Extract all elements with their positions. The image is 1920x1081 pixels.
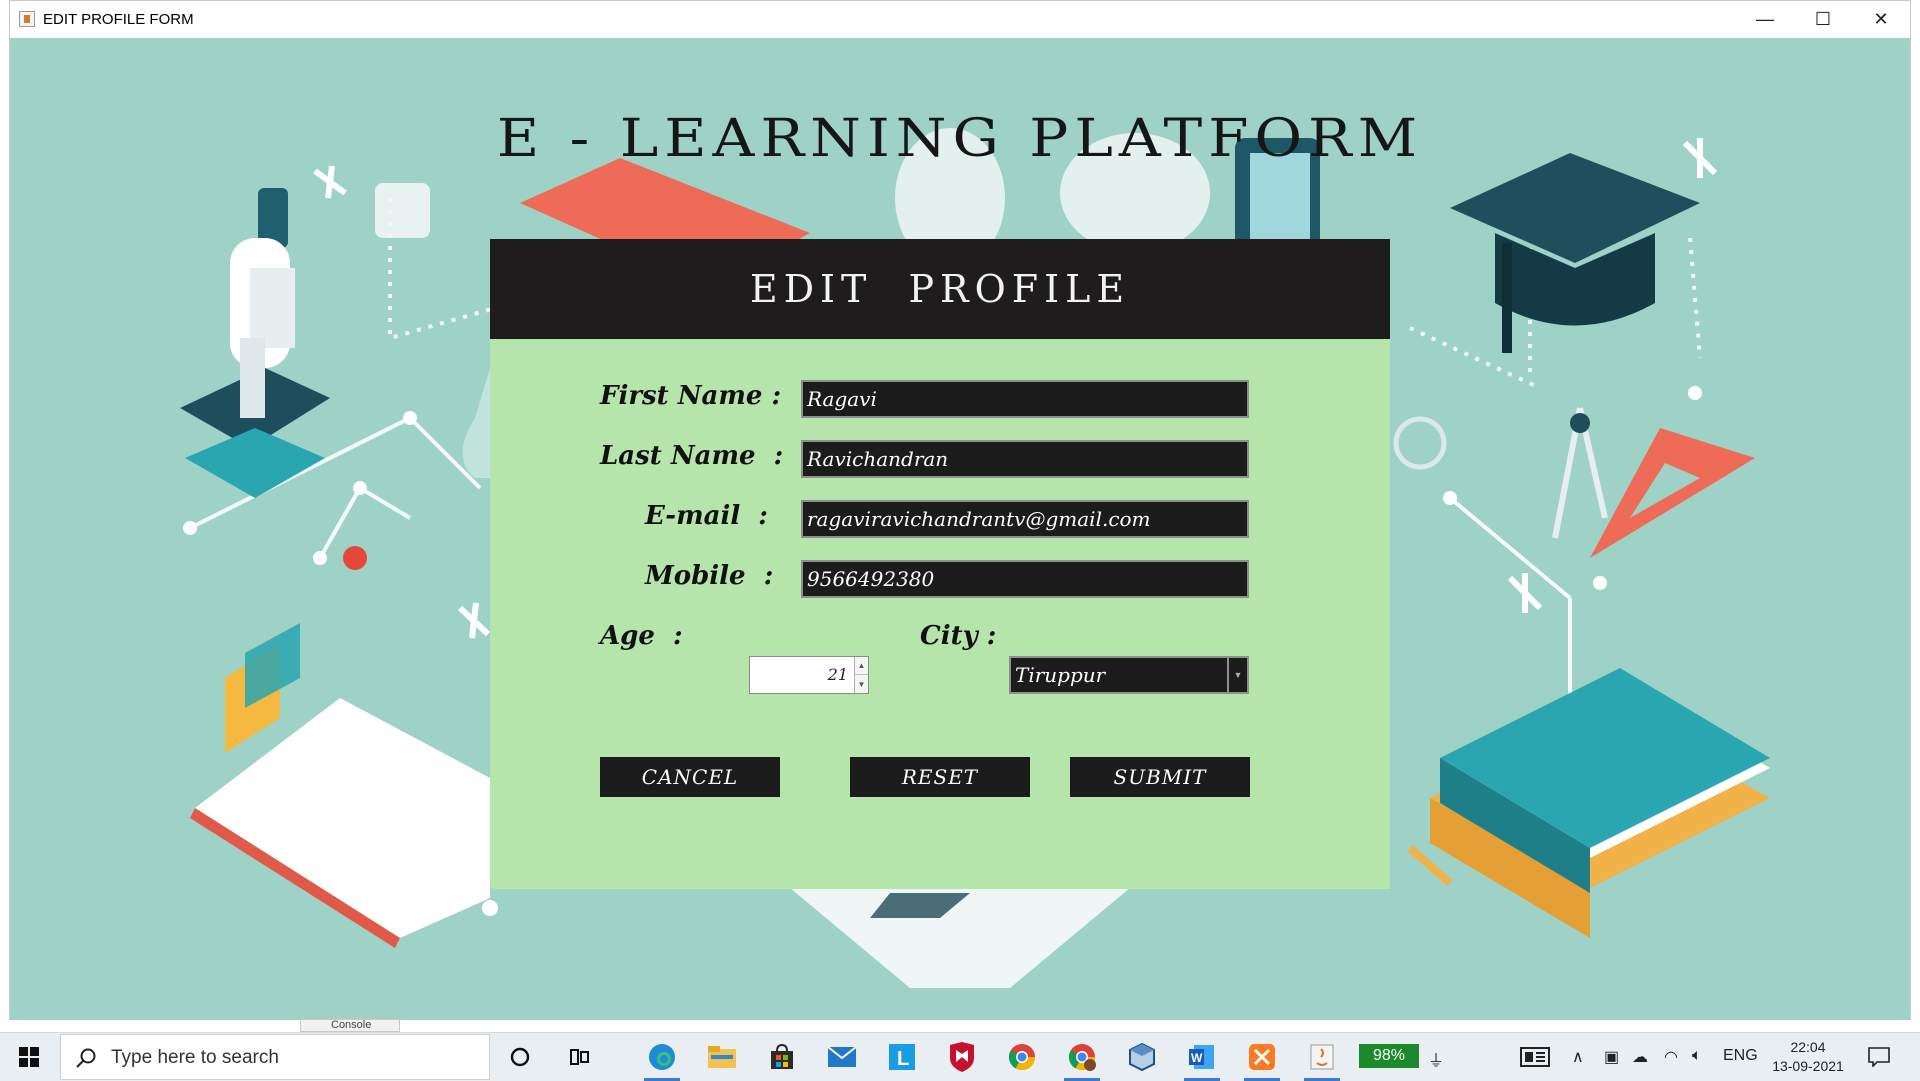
cancel-button[interactable]: CANCEL [600,757,780,797]
background-console-tab[interactable]: Console [300,1019,400,1032]
edit-profile-form: EDIT PROFILE First Name : Ragavi Last Na… [490,239,1390,889]
app-title: E - LEARNING PLATFORM [496,107,1424,169]
xampp-icon[interactable] [1240,1037,1284,1081]
virtualbox-icon[interactable] [1120,1037,1164,1077]
search-placeholder: Type here to search [111,1047,279,1068]
city-dropdown[interactable]: Tiruppur ▼ [1009,656,1249,694]
mcafee-icon[interactable] [940,1037,984,1077]
close-button[interactable]: ✕ [1852,1,1910,38]
form-header: EDIT PROFILE [490,239,1390,339]
submit-button[interactable]: SUBMIT [1070,757,1250,797]
first-name-label: First Name : [600,381,782,411]
age-spinner[interactable]: 21 ▲ ▼ [749,656,869,694]
taskbar-search[interactable]: Type here to search [60,1034,490,1080]
last-name-label: Last Name : [600,441,784,471]
notification-icon[interactable] [1868,1047,1890,1072]
battery-indicator[interactable]: 98% [1359,1044,1419,1068]
city-label: City : [920,621,997,651]
java-icon[interactable] [1300,1037,1344,1081]
charging-plug-icon: ⏚ [1428,1053,1445,1070]
onedrive-cloud-icon[interactable]: ☁ [1632,1047,1648,1067]
title-bar[interactable]: EDIT PROFILE FORM — ☐ ✕ [10,1,1910,38]
clock-date: 13-09-2021 [1772,1058,1844,1074]
mobile-label: Mobile : [645,561,774,591]
chrome-profile-icon[interactable] [1060,1037,1104,1081]
email-field[interactable]: ragaviravichandrantv@gmail.com [801,500,1249,538]
window-title: EDIT PROFILE FORM [43,11,194,28]
wifi-icon[interactable]: ◠ [1664,1047,1678,1067]
app-window: EDIT PROFILE FORM — ☐ ✕ E - LEARNING PLA… [9,0,1911,1020]
word-icon[interactable]: W [1180,1037,1224,1081]
windows-icon [19,1047,39,1067]
cortana-icon[interactable] [498,1037,542,1077]
age-label: Age : [600,621,683,651]
spinner-down-icon[interactable]: ▼ [854,675,868,693]
reset-button[interactable]: RESET [850,757,1030,797]
background-scene: E - LEARNING PLATFORM EDIT PROFILE First… [10,38,1910,1020]
start-button[interactable] [0,1033,58,1081]
spinner-up-icon[interactable]: ▲ [854,657,868,675]
taskbar-clock[interactable]: 22:04 13-09-2021 [1768,1038,1848,1076]
minimize-button[interactable]: — [1736,1,1794,38]
city-selected-value: Tiruppur [1015,663,1106,687]
first-name-field[interactable]: Ragavi [801,380,1249,418]
chrome-icon[interactable] [1000,1037,1044,1077]
last-name-field[interactable]: Ravichandran [801,440,1249,478]
volume-icon[interactable]: 🔈︎ [1692,1047,1702,1065]
news-widget-icon[interactable] [1520,1047,1550,1072]
l-app-icon[interactable]: L [880,1037,924,1077]
java-app-icon [19,11,35,27]
console-tab-label: Console [331,1019,372,1031]
clock-time: 22:04 [1790,1039,1826,1055]
search-icon [76,1048,96,1068]
task-view-icon[interactable] [558,1037,602,1077]
chevron-up-icon[interactable]: ∧ [1572,1047,1584,1067]
svg-text:W: W [1191,1051,1203,1065]
store-icon[interactable] [760,1037,804,1077]
form-heading: EDIT PROFILE [749,267,1131,311]
edge-icon[interactable] [640,1037,684,1081]
age-value: 21 [827,665,848,684]
svg-text:L: L [897,1048,909,1070]
language-indicator[interactable]: ENG [1723,1047,1758,1065]
maximize-button[interactable]: ☐ [1794,1,1852,38]
email-label: E-mail : [645,501,768,531]
mobile-field[interactable]: 9566492380 [801,560,1249,598]
taskbar: Type here to search L W 98% ⏚ ∧ ▣ ☁ ◠ 🔈︎… [0,1032,1920,1081]
device-icon[interactable]: ▣ [1604,1047,1619,1067]
chevron-down-icon[interactable]: ▼ [1227,658,1247,692]
file-explorer-icon[interactable] [700,1037,744,1077]
mail-icon[interactable] [820,1037,864,1077]
